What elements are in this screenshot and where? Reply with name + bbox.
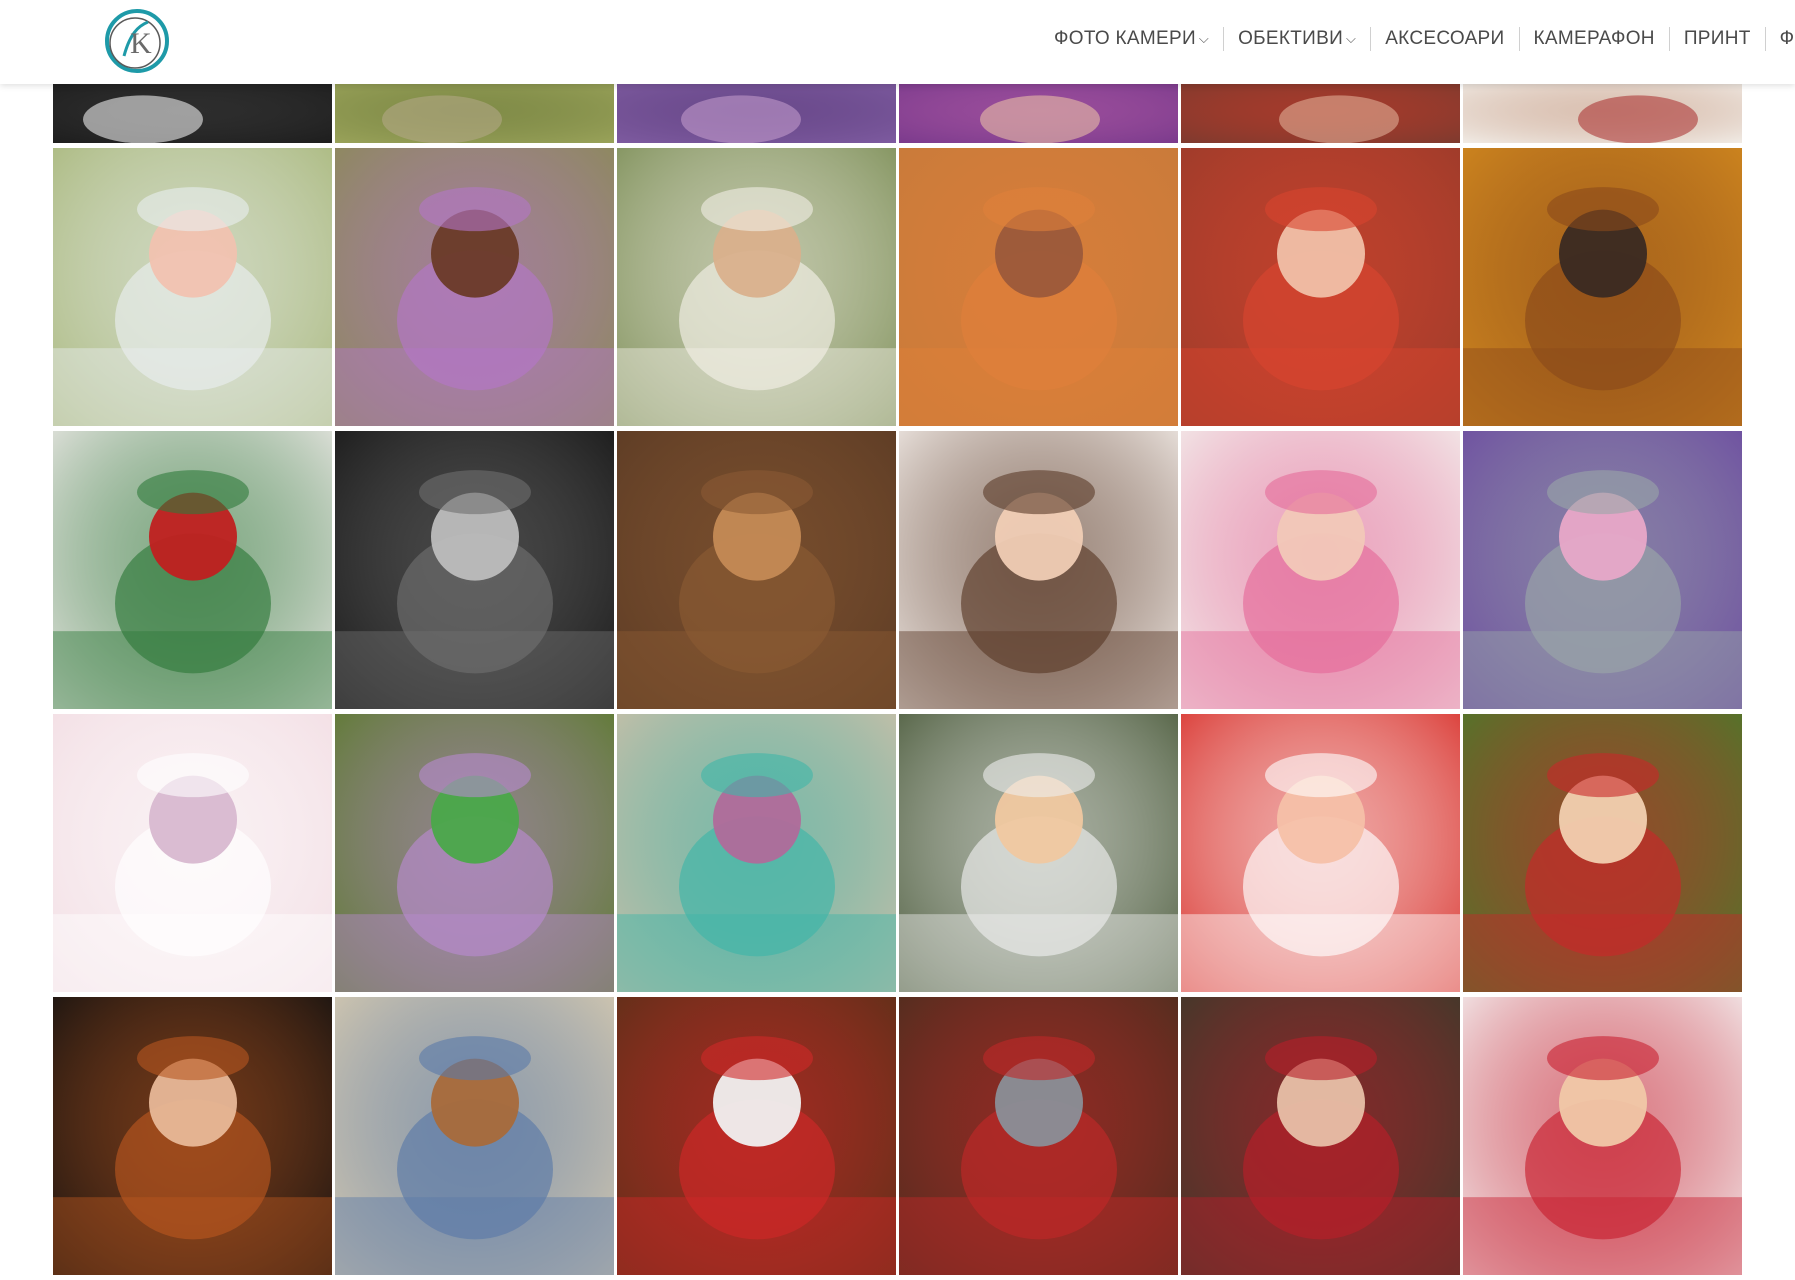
nav-item-lenses[interactable]: ОБЕКТИВИ ⌵	[1224, 24, 1370, 54]
photo-image	[335, 431, 614, 709]
photo-girl-blossom-veil[interactable]	[53, 148, 332, 426]
photo-image	[899, 84, 1178, 143]
photo-image	[335, 148, 614, 426]
logo-letter: K	[130, 27, 152, 60]
photo-girl-snow-christmas[interactable]	[53, 431, 332, 709]
photo-image	[617, 714, 896, 992]
nav-item-accessories[interactable]: АКСЕСОАРИ	[1371, 24, 1518, 54]
photo-baby-bathtub[interactable]	[899, 714, 1178, 992]
photo-newborn-red-polka[interactable]	[1181, 714, 1460, 992]
photo-newborn-teal-bed[interactable]	[617, 714, 896, 992]
photo-image	[53, 84, 332, 143]
photo-purple-girl[interactable]	[899, 84, 1178, 143]
photo-image	[617, 997, 896, 1275]
photo-kids-christmas-plaid[interactable]	[1181, 997, 1460, 1275]
photo-lavender-field[interactable]	[617, 84, 896, 143]
nav-label: ФОТО КАМЕРИ	[1054, 28, 1196, 49]
photo-image	[1463, 997, 1742, 1275]
photo-image	[899, 997, 1178, 1275]
photo-image	[335, 84, 614, 143]
nav-label: ПРИНТ	[1683, 28, 1751, 49]
photo-image	[1463, 84, 1742, 143]
photo-father-newborn-bw[interactable]	[335, 431, 614, 709]
photo-family-snow-santa[interactable]	[1463, 997, 1742, 1275]
photo-girl-purple-dress[interactable]	[335, 148, 614, 426]
photo-image	[335, 714, 614, 992]
photo-image	[53, 714, 332, 992]
nav-item-print[interactable]: ПРИНТ	[1670, 24, 1765, 54]
photo-newborn-pink-clock[interactable]	[53, 714, 332, 992]
photo-image	[53, 431, 332, 709]
nav-label: ФО	[1779, 28, 1795, 49]
nav-label: ОБЕКТИВИ	[1238, 28, 1344, 49]
photo-image	[617, 148, 896, 426]
photo-image	[1463, 431, 1742, 709]
photo-image	[899, 148, 1178, 426]
photo-image	[617, 431, 896, 709]
photo-gallery	[53, 84, 1743, 1275]
photo-red-dress[interactable]	[1181, 84, 1460, 143]
photo-kids-pony-autumn[interactable]	[1463, 148, 1742, 426]
photo-newborn-teddy-bears[interactable]	[617, 431, 896, 709]
photo-image	[1463, 714, 1742, 992]
photo-white-knit[interactable]	[1463, 84, 1742, 143]
nav-item-cameraphone[interactable]: КАМЕРАФОН	[1520, 24, 1669, 54]
main-nav: ФОТО КАМЕРИ ⌵ ОБЕКТИВИ ⌵ АКСЕСОАРИ КАМЕРАФ…	[1040, 24, 1795, 54]
nav-item-cameras[interactable]: ФОТО КАМЕРИ ⌵	[1040, 24, 1223, 54]
photo-image	[53, 997, 332, 1275]
photo-image	[53, 148, 332, 426]
photo-newborn-wheelbarrow[interactable]	[335, 714, 614, 992]
photo-orchard[interactable]	[335, 84, 614, 143]
site-logo[interactable]: K	[102, 6, 172, 76]
photo-twins-bed-teddy[interactable]	[335, 997, 614, 1275]
logo-icon: K	[105, 9, 169, 73]
photo-girl-portrait-smile[interactable]	[899, 431, 1178, 709]
photo-image	[1181, 997, 1460, 1275]
photo-girl-red-cowboy-hat[interactable]	[1181, 148, 1460, 426]
photo-boy-white-cap[interactable]	[617, 148, 896, 426]
chevron-down-icon: ⌵	[1198, 31, 1210, 46]
photo-newborn-flower-hoop[interactable]	[1181, 431, 1460, 709]
nav-item-photo[interactable]: ФО	[1766, 24, 1795, 54]
nav-label: АКСЕСОАРИ	[1385, 28, 1505, 49]
photo-image	[1463, 148, 1742, 426]
photo-dark-bw[interactable]	[53, 84, 332, 143]
photo-girl-autumn-hat-bunny[interactable]	[899, 148, 1178, 426]
chevron-down-icon: ⌵	[1346, 31, 1357, 46]
photo-newborn-purple-fur[interactable]	[1463, 431, 1742, 709]
photo-newborn-christmas-hat[interactable]	[617, 997, 896, 1275]
photo-image	[335, 997, 614, 1275]
photo-image	[1181, 431, 1460, 709]
site-header: K ФОТО КАМЕРИ ⌵ ОБЕКТИВИ ⌵ АКСЕСОАРИ КАМЕР…	[0, 0, 1795, 84]
photo-image	[1181, 148, 1460, 426]
photo-image	[617, 84, 896, 143]
nav-label: КАМЕРАФОН	[1533, 28, 1655, 49]
photo-image	[899, 714, 1178, 992]
photo-image	[899, 431, 1178, 709]
photo-baby-strawberry-hat[interactable]	[1463, 714, 1742, 992]
photo-image	[1181, 84, 1460, 143]
photo-boy-christmas-train[interactable]	[899, 997, 1178, 1275]
photo-newborn-pumpkin[interactable]	[53, 997, 332, 1275]
photo-image	[1181, 714, 1460, 992]
